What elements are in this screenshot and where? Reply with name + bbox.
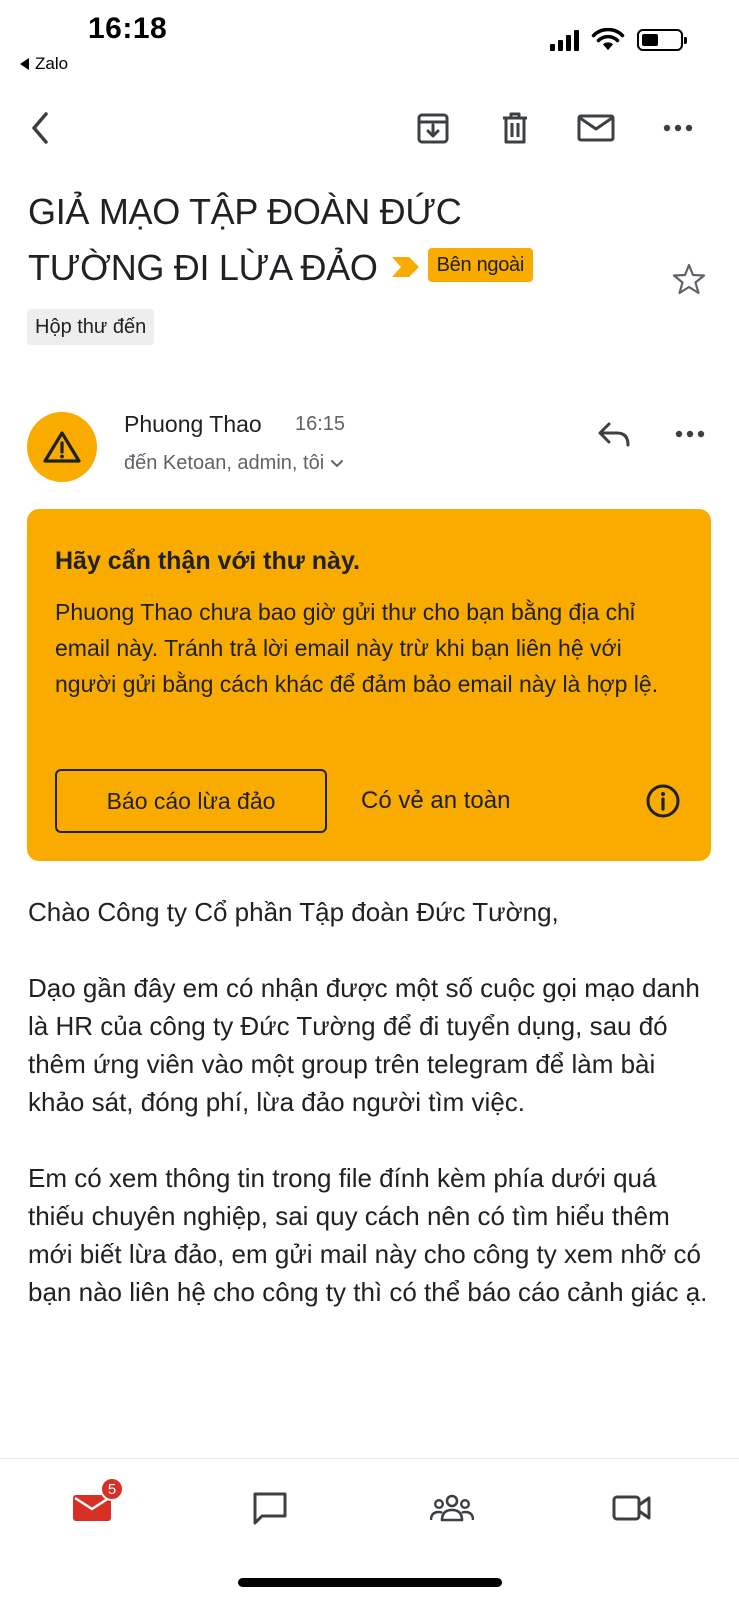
chat-icon bbox=[253, 1492, 287, 1525]
nav-spaces[interactable] bbox=[422, 1483, 482, 1533]
report-phishing-button[interactable]: Báo cáo lừa đảo bbox=[55, 769, 327, 833]
warning-title: Hãy cẩn thận với thư này. bbox=[55, 547, 360, 575]
status-time: 16:18 bbox=[88, 12, 168, 45]
inbox-label-chip[interactable]: Hộp thư đến bbox=[27, 309, 155, 345]
body-paragraph: Em có xem thông tin trong file đính kèm … bbox=[28, 1163, 708, 1307]
subject-line-2: TƯỜNG ĐI LỪA ĐẢO Bên ngoài bbox=[28, 240, 638, 296]
email-subject: GIẢ MẠO TẬP ĐOÀN ĐỨC TƯỜNG ĐI LỪA ĐẢO Bên… bbox=[28, 184, 638, 296]
video-camera-icon bbox=[612, 1495, 651, 1521]
email-time: 16:15 bbox=[295, 413, 346, 435]
back-arrow-icon[interactable] bbox=[14, 102, 66, 154]
recipients-toggle[interactable]: đến Ketoan, admin, tôi bbox=[124, 452, 344, 475]
back-app-label: Zalo bbox=[35, 54, 69, 73]
wifi-icon bbox=[591, 28, 625, 50]
archive-icon[interactable] bbox=[407, 102, 459, 154]
battery-icon bbox=[637, 29, 687, 51]
important-marker-icon[interactable] bbox=[391, 255, 420, 279]
looks-safe-button[interactable]: Có vẻ an toàn bbox=[361, 769, 510, 833]
mail-icon[interactable] bbox=[570, 102, 622, 154]
body-paragraph: Dạo gần đây em có nhận được một số cuộc … bbox=[28, 973, 700, 1117]
people-group-icon bbox=[430, 1494, 474, 1522]
sender-avatar[interactable] bbox=[27, 412, 97, 482]
home-indicator[interactable] bbox=[238, 1578, 502, 1587]
external-badge: Bên ngoài bbox=[427, 248, 534, 283]
warning-triangle-icon bbox=[43, 431, 81, 463]
subject-line-2-text: TƯỜNG ĐI LỪA ĐẢO bbox=[28, 247, 378, 288]
back-to-app-link[interactable]: Zalo bbox=[20, 54, 68, 74]
subject-line-1: GIẢ MẠO TẬP ĐOÀN ĐỨC bbox=[28, 191, 462, 232]
body-paragraph: Chào Công ty Cổ phần Tập đoàn Đức Tường, bbox=[28, 897, 559, 927]
warning-body: Phuong Thao chưa bao giờ gửi thư cho bạn… bbox=[55, 599, 659, 697]
sender-name[interactable]: Phuong Thao bbox=[124, 411, 262, 438]
back-triangle-icon bbox=[20, 58, 29, 70]
more-options-icon[interactable] bbox=[652, 102, 704, 154]
reply-icon[interactable] bbox=[592, 414, 636, 454]
info-icon[interactable] bbox=[643, 781, 683, 821]
trash-icon[interactable] bbox=[489, 102, 541, 154]
email-body: Chào Công ty Cổ phần Tập đoàn Đức Tường,… bbox=[28, 893, 708, 1349]
recipients-text: đến Ketoan, admin, tôi bbox=[124, 452, 325, 474]
cellular-signal-icon bbox=[550, 29, 579, 51]
phishing-warning-card: Hãy cẩn thận với thư này. Phuong Thao ch… bbox=[27, 509, 711, 861]
battery-fill bbox=[642, 34, 659, 46]
nav-mail[interactable]: 5 bbox=[62, 1477, 124, 1533]
nav-chat[interactable] bbox=[240, 1483, 300, 1533]
star-icon[interactable] bbox=[672, 262, 706, 301]
chevron-down-icon bbox=[331, 459, 344, 467]
status-indicators bbox=[550, 28, 687, 52]
message-more-icon[interactable] bbox=[668, 414, 712, 454]
mail-unread-badge: 5 bbox=[100, 1477, 124, 1501]
nav-meet[interactable] bbox=[602, 1483, 662, 1533]
email-toolbar bbox=[0, 102, 739, 154]
